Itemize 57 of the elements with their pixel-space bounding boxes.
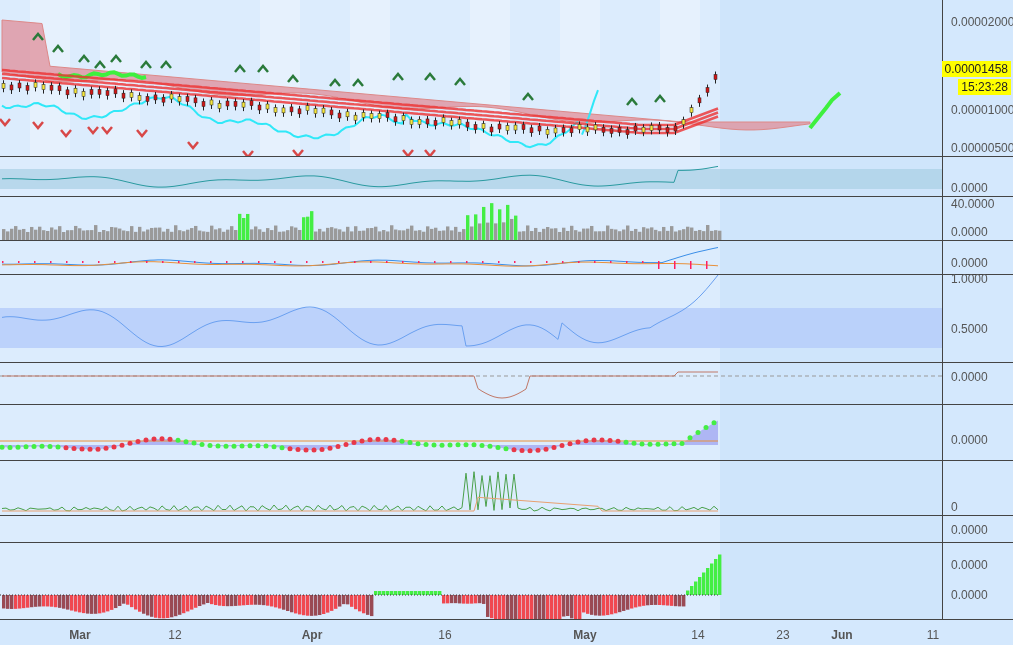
- down-marker: [424, 149, 436, 156]
- date-label: Mar: [69, 628, 91, 642]
- up-marker: [287, 74, 299, 83]
- up-marker: [140, 60, 152, 69]
- down-marker: [32, 121, 44, 130]
- axis-label: 0.00002000: [951, 15, 1013, 29]
- up-marker: [654, 94, 666, 103]
- axis-label: 0.0000: [951, 523, 988, 537]
- up-marker: [626, 97, 638, 106]
- up-marker: [52, 44, 64, 53]
- axis-label: 0.00000500: [951, 141, 1013, 155]
- down-marker: [136, 129, 148, 138]
- down-marker: [292, 149, 304, 156]
- axis-label: 0.0000: [951, 225, 988, 239]
- axis-label: 0.0000: [951, 256, 988, 270]
- down-marker: [242, 150, 254, 156]
- up-marker: [94, 60, 106, 69]
- date-label: Apr: [301, 628, 323, 642]
- down-marker: [0, 118, 11, 127]
- date-label: 14: [691, 628, 705, 642]
- axis-label: 0.0000: [951, 370, 988, 384]
- axis-label: 0: [951, 500, 958, 514]
- axis-label: 0.00001000: [951, 103, 1013, 117]
- up-marker: [424, 72, 436, 81]
- axis-label: 0.0000: [951, 433, 988, 447]
- down-marker: [60, 129, 72, 138]
- axis-label: 0.0000: [951, 181, 988, 195]
- up-marker: [392, 72, 404, 81]
- down-marker: [101, 126, 113, 135]
- date-label: Jun: [831, 628, 853, 642]
- axis-label: 0.0000: [951, 558, 988, 572]
- date-label: 16: [438, 628, 452, 642]
- up-marker: [352, 78, 364, 87]
- date-label: 11: [926, 628, 940, 642]
- up-marker: [32, 32, 44, 41]
- up-marker: [522, 92, 534, 101]
- down-marker: [187, 141, 199, 150]
- indicator-line: [581, 89, 599, 136]
- date-label: 23: [776, 628, 790, 642]
- axis-label: 0.5000: [951, 322, 988, 336]
- up-marker: [160, 60, 172, 69]
- up-marker: [454, 77, 466, 86]
- indicator-line: [808, 91, 842, 130]
- down-marker: [402, 149, 414, 156]
- axis-label: 40.0000: [951, 197, 995, 211]
- price-label: 0.00001458: [941, 61, 1011, 77]
- date-label: 12: [168, 628, 182, 642]
- up-marker: [110, 54, 122, 63]
- up-marker: [78, 54, 90, 63]
- up-marker: [234, 64, 246, 73]
- date-label: May: [573, 628, 597, 642]
- up-marker: [329, 78, 341, 87]
- up-marker: [257, 64, 269, 73]
- down-marker: [87, 126, 99, 135]
- axis-label: 0.0000: [951, 588, 988, 602]
- time-label: 15:23:28: [958, 79, 1011, 95]
- axis-label: 1.0000: [951, 272, 988, 286]
